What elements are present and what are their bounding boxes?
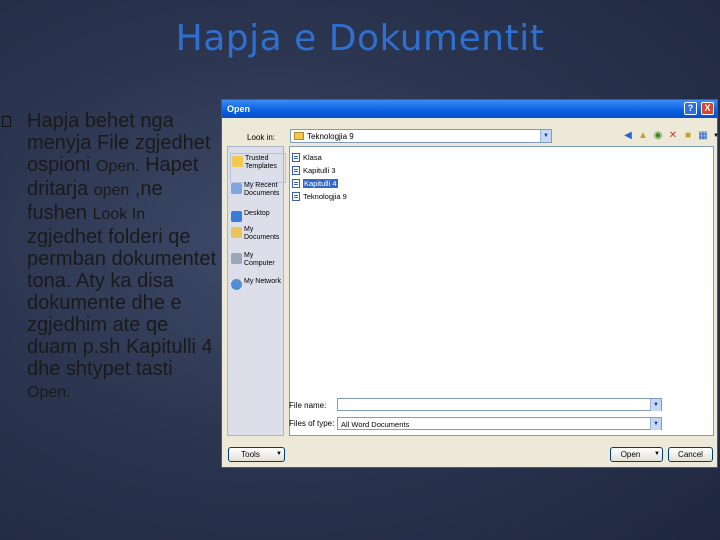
file-name: Teknologjia 9 [303,192,347,201]
open-dialog: Open ? X Look in: Teknologjia 9 ▼ ◀ ▲ ◉ … [221,99,720,468]
file-name: Kapitulli 3 [303,166,336,175]
look-in-label: Look in: [247,133,276,142]
place-my-network[interactable]: My Network [230,277,284,305]
list-item[interactable]: Teknologjia 9 [292,191,352,202]
tools-label: Tools [241,450,260,459]
place-trusted-templates[interactable]: Trusted Templates [230,153,286,183]
place-label: My Documents [244,226,280,241]
look-in-value: Teknologjia 9 [307,132,354,141]
files-of-type-select[interactable]: All Word Documents ▼ [337,417,662,430]
cancel-label: Cancel [678,450,703,459]
help-button[interactable]: ? [684,102,697,115]
word-document-icon [292,166,300,175]
dialog-titlebar[interactable]: Open ? X [222,100,717,118]
my-computer-icon [231,253,242,264]
bullet-marker-icon [2,116,11,127]
delete-icon[interactable]: ✕ [667,130,679,142]
up-folder-icon[interactable]: ▲ [637,130,649,142]
network-icon [231,279,242,290]
close-button[interactable]: X [701,102,714,115]
chevron-down-icon: ▼ [654,451,660,457]
new-folder-icon[interactable]: ■ [682,130,694,142]
file-name-label: File name: [289,401,327,410]
open-button[interactable]: Open ▼ [610,447,663,462]
open-label: Open [620,450,641,459]
look-in-combo[interactable]: Teknologjia 9 ▼ [290,129,552,143]
files-of-type-label: Files of type: [289,419,335,428]
place-label: Desktop [244,210,270,217]
back-icon[interactable]: ◀ [622,130,634,142]
place-recent-documents[interactable]: My Recent Documents [230,181,284,209]
place-my-documents[interactable]: My Documents [230,225,284,253]
file-name: Kapitulli 4 [303,179,338,188]
list-item[interactable]: Kapitulli 3 [292,165,352,176]
folder-icon [294,132,304,140]
place-label: My Computer [244,252,275,267]
word-document-icon [292,179,300,188]
folder-icon [232,156,243,167]
list-item[interactable]: Klasa [292,152,352,163]
place-label: My Recent Documents [244,182,280,197]
views-icon[interactable]: ▦ [697,130,709,142]
place-my-computer[interactable]: My Computer [230,251,284,279]
tools-button[interactable]: Tools ▼ [228,447,285,462]
places-bar: Trusted Templates My Recent Documents De… [227,146,286,436]
files-of-type-value: All Word Documents [341,420,410,429]
desktop-icon [231,211,242,222]
views-dropdown-icon[interactable]: ▼ [710,130,720,142]
cancel-button[interactable]: Cancel [668,447,713,462]
chevron-down-icon: ▼ [276,451,282,457]
slide-title: Hapja e Dokumentit [175,18,545,59]
dialog-title: Open [227,104,251,114]
file-name-input[interactable]: ▼ [337,398,662,411]
bullet-text: Hapja behet nga menyja File zgjedhet osp… [27,110,217,401]
my-documents-icon [231,227,242,238]
place-label: My Network [244,278,281,285]
chevron-down-icon[interactable]: ▼ [650,399,661,411]
file-list[interactable]: Klasa Kapitulli 3 Kapitulli 4 Teknologji… [289,146,714,436]
chevron-down-icon[interactable]: ▼ [540,130,551,142]
search-web-icon[interactable]: ◉ [652,130,664,142]
word-document-icon [292,153,300,162]
chevron-down-icon[interactable]: ▼ [650,418,661,430]
place-label: Trusted Templates [245,155,277,170]
recent-documents-icon [231,183,242,194]
file-name: Klasa [303,153,322,162]
list-item-selected[interactable]: Kapitulli 4 [292,178,352,189]
word-document-icon [292,192,300,201]
